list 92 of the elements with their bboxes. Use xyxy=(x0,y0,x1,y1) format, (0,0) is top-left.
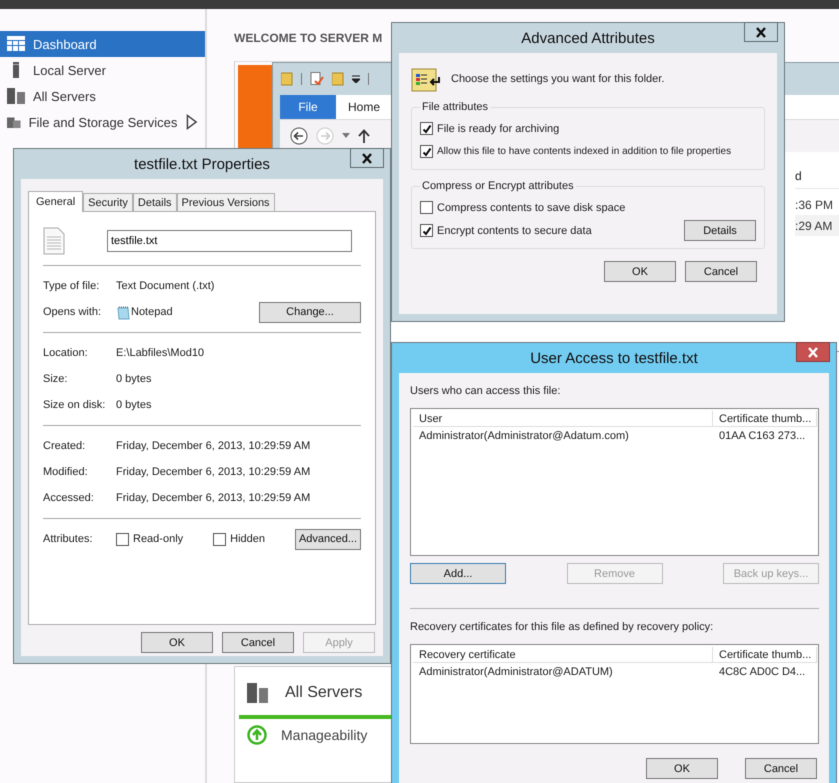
up-arrow-icon[interactable] xyxy=(358,129,370,143)
column-header[interactable]: Certificate thumb... xyxy=(713,411,817,427)
property-value: Notepad xyxy=(131,306,173,318)
table-cell: :29 AM xyxy=(795,218,832,232)
section-label: Recovery certificates for this file as defined by recovery policy: xyxy=(410,621,714,633)
property-label: Accessed: xyxy=(43,492,95,504)
tab[interactable]: Details xyxy=(132,193,177,211)
property-label: Size: xyxy=(43,373,68,385)
servers-icon xyxy=(247,683,271,704)
checkbox[interactable] xyxy=(116,532,129,546)
property-label: Size on disk: xyxy=(43,399,106,411)
property-label: Location: xyxy=(43,347,89,359)
table-cell: :36 PM xyxy=(795,198,834,212)
close-button[interactable] xyxy=(744,22,778,42)
property-label: Created: xyxy=(43,440,86,452)
dialog-button[interactable]: OK xyxy=(141,632,213,653)
property-label: Modified: xyxy=(43,466,89,478)
tab[interactable]: Security xyxy=(83,193,133,211)
prompt-text: Choose the settings you want for this folder. xyxy=(451,73,664,85)
dropdown-caret-icon[interactable] xyxy=(352,75,360,83)
window-title: testfile.txt Properties xyxy=(134,156,270,172)
change-button[interactable]: Change... xyxy=(259,302,361,322)
column-header[interactable]: Recovery certificate xyxy=(413,647,713,663)
property-value: Friday, December 6, 2013, 10:29:59 AM xyxy=(116,440,310,452)
close-icon xyxy=(755,26,767,38)
property-value: Friday, December 6, 2013, 10:29:59 AM xyxy=(116,492,310,504)
item-label: All Servers xyxy=(33,88,96,104)
dialog-button[interactable]: OK xyxy=(604,261,676,282)
sidebar-item[interactable]: Local Server xyxy=(0,57,205,83)
dialog-button[interactable]: Add... xyxy=(410,563,506,584)
card-title: All Servers xyxy=(285,684,362,702)
section-label: Users who can access this file: xyxy=(410,385,562,397)
property-value: E:\Labfiles\Mod10 xyxy=(116,347,204,359)
text-file-icon xyxy=(43,227,65,255)
close-button[interactable] xyxy=(796,342,830,362)
dialog-button[interactable]: Cancel xyxy=(222,632,294,653)
close-button[interactable] xyxy=(350,148,384,168)
checkbox-label: Compress contents to save disk space xyxy=(437,202,626,214)
notepad-icon xyxy=(116,304,131,320)
checkbox[interactable] xyxy=(420,201,433,214)
details-button[interactable]: Details xyxy=(684,220,756,241)
checkbox-label: Allow this file to have contents indexed in addition to file properties xyxy=(437,146,732,157)
sidebar-item[interactable]: Dashboard xyxy=(0,31,205,57)
group-label: File attributes xyxy=(421,101,490,113)
checkbox-label: File is ready for archiving xyxy=(437,122,560,134)
property-label: Attributes: xyxy=(43,533,94,545)
dialog-button[interactable]: OK xyxy=(646,758,718,779)
dashboard-icon xyxy=(7,36,25,52)
column-header[interactable]: User xyxy=(413,411,713,427)
column-header[interactable]: Certificate thumb... xyxy=(713,647,817,663)
item-label: File and Storage Services xyxy=(28,114,178,130)
property-label: Type of file: xyxy=(43,280,100,292)
table-cell-text: 01AA C163 273... xyxy=(718,430,806,442)
item-label: Local Server xyxy=(33,62,106,78)
property-value: Text Document (.txt) xyxy=(116,280,214,292)
property-value: 0 bytes xyxy=(116,399,152,411)
table-cell-text: Administrator(Administrator@ADATUM) xyxy=(418,666,614,678)
sidebar-item[interactable]: File and Storage Services xyxy=(0,109,205,135)
window-title: User Access to testfile.txt xyxy=(530,350,698,366)
table-cell-text: 4C8C AD0C D4... xyxy=(718,666,806,678)
close-icon xyxy=(807,346,819,358)
tab[interactable]: General xyxy=(28,191,84,212)
tab[interactable]: Previous Versions xyxy=(176,193,275,211)
status-label: Manageability xyxy=(281,727,368,744)
close-icon xyxy=(361,152,373,164)
property-label: Opens with: xyxy=(43,306,102,318)
checkbox-label: Encrypt contents to secure data xyxy=(437,224,592,236)
checkbox[interactable] xyxy=(420,122,433,135)
ribbon-tab[interactable]: File xyxy=(280,95,336,119)
property-value: 0 bytes xyxy=(116,373,152,385)
sidebar-item[interactable]: All Servers xyxy=(0,83,205,109)
back-icon[interactable] xyxy=(290,127,308,145)
property-value: Friday, December 6, 2013, 10:29:59 AM xyxy=(116,466,310,478)
document-check-icon[interactable] xyxy=(310,72,324,86)
table-cell-text: Administrator(Administrator@Adatum.com) xyxy=(418,430,630,442)
checkbox[interactable] xyxy=(420,145,433,158)
item-label: Dashboard xyxy=(33,36,97,52)
up-arrow-circle-icon xyxy=(247,725,267,746)
window-title: Advanced Attributes xyxy=(521,30,655,46)
servers-icon xyxy=(7,88,25,104)
dialog-button[interactable]: Cancel xyxy=(745,758,817,779)
checkbox[interactable] xyxy=(420,224,433,237)
checkbox-label: Hidden xyxy=(230,533,265,545)
expand-arrow-icon[interactable] xyxy=(185,114,199,130)
advanced-button[interactable]: Advanced... xyxy=(295,528,361,550)
group-label: Compress or Encrypt attributes xyxy=(421,180,575,192)
checkbox[interactable] xyxy=(213,532,226,546)
file-name-field[interactable]: testfile.txt xyxy=(107,230,352,252)
page-heading: WELCOME TO SERVER M xyxy=(234,31,382,45)
checkbox-label: Read-only xyxy=(133,533,184,545)
dialog-button[interactable]: Cancel xyxy=(685,261,757,282)
column-header[interactable]: d xyxy=(795,169,802,183)
